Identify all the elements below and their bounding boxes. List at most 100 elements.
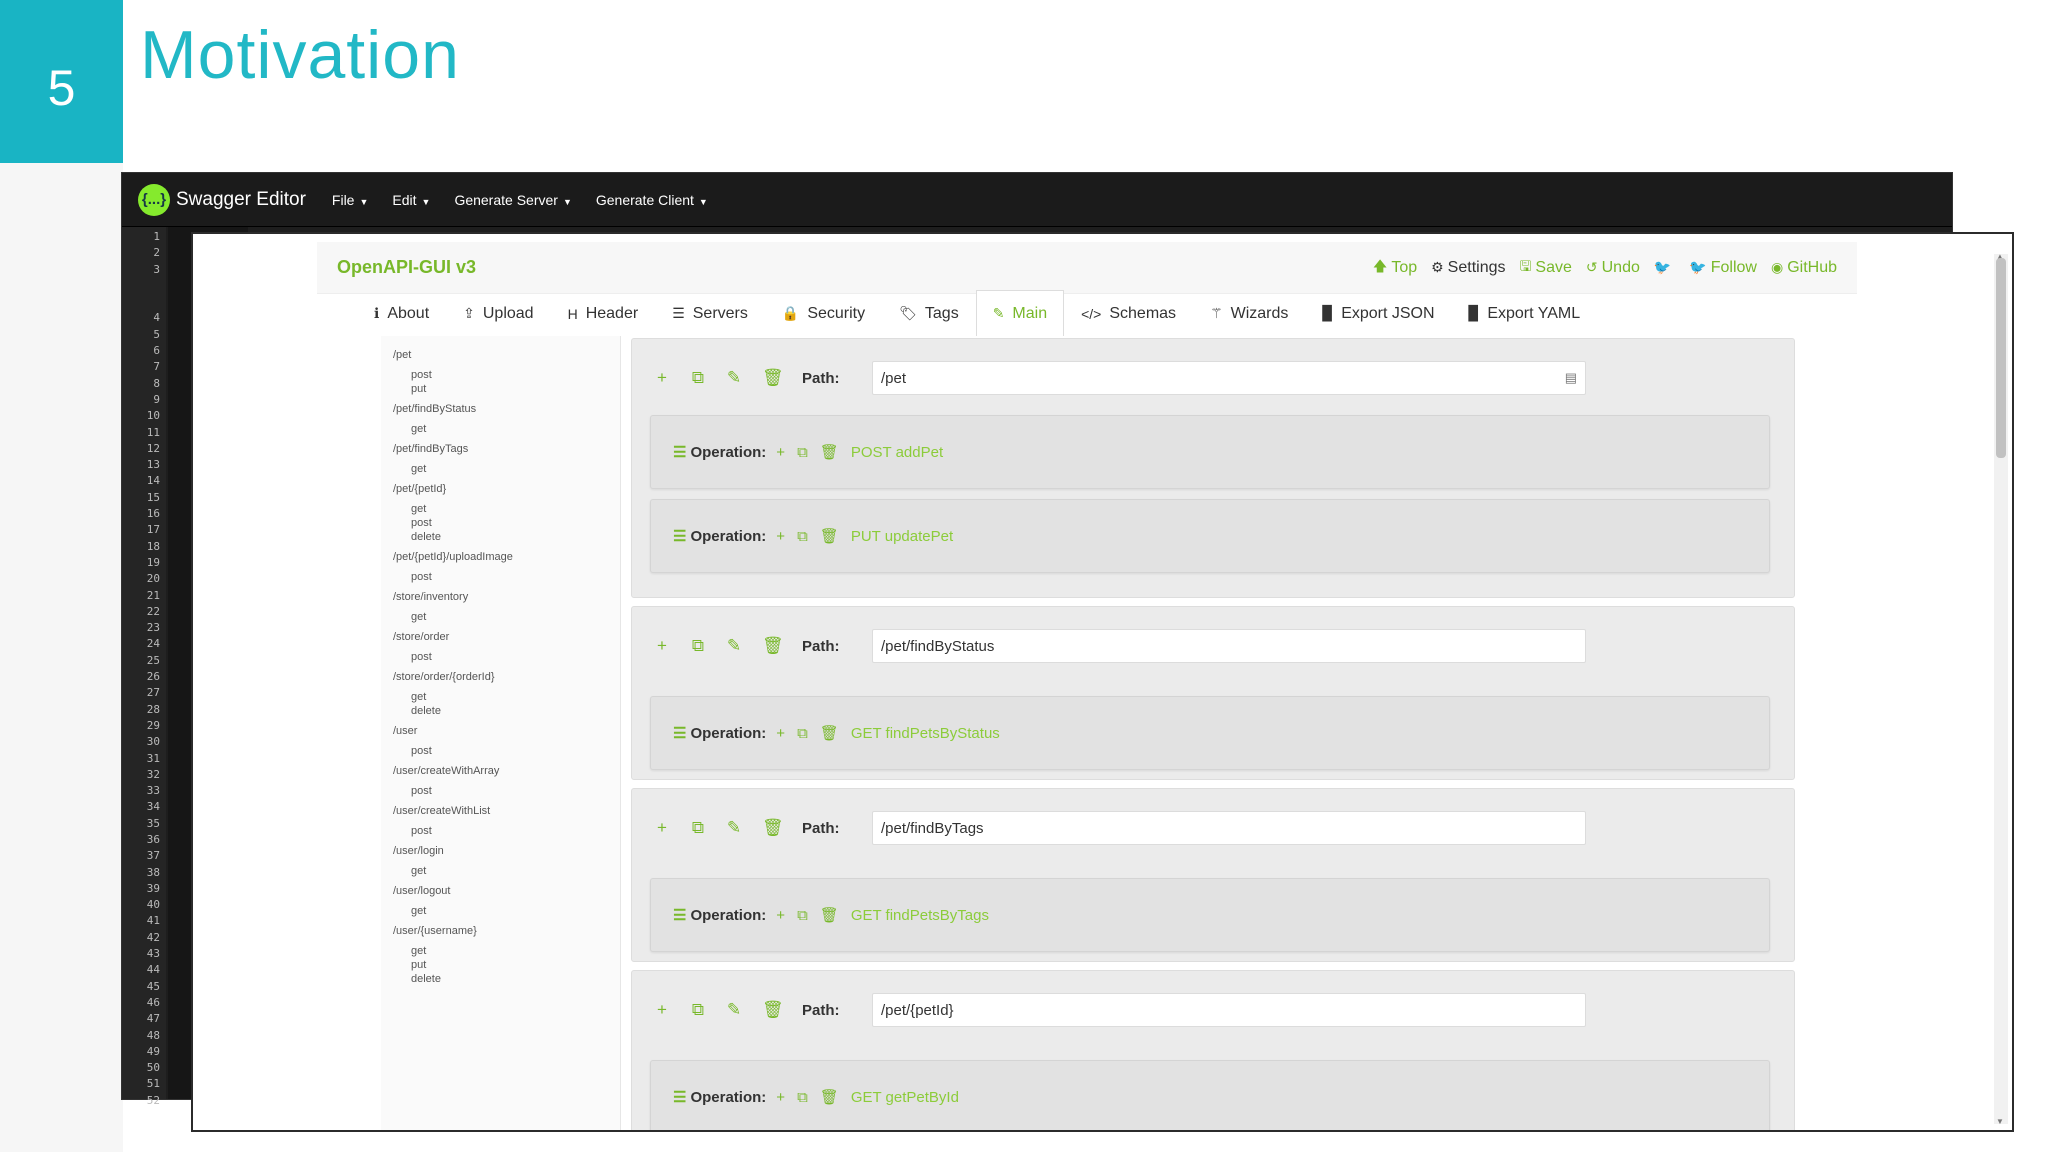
operation-card[interactable]: ☰ Operation: + ⧉ 🗑 GET getPetById bbox=[650, 1060, 1770, 1130]
tab-about[interactable]: ℹ About bbox=[357, 290, 446, 336]
add-icon[interactable]: + bbox=[654, 818, 670, 838]
nav-operation-link[interactable]: get bbox=[411, 610, 620, 624]
nav-operation-link[interactable]: put bbox=[411, 958, 620, 972]
operation-name[interactable]: GET getPetById bbox=[851, 1089, 959, 1106]
nav-path-link[interactable]: /pet/findByTags bbox=[393, 442, 620, 456]
nav-path-link[interactable]: /pet/{petId}/uploadImage bbox=[393, 550, 620, 564]
tab-tags[interactable]: 🏷 Tags bbox=[882, 290, 976, 336]
path-input[interactable]: /pet/{petId} bbox=[872, 993, 1586, 1027]
vertical-scrollbar[interactable]: ▲ ▼ bbox=[1994, 252, 2008, 1126]
nav-operation-link[interactable]: post bbox=[411, 368, 620, 382]
copy-icon[interactable]: ⧉ bbox=[797, 528, 808, 545]
nav-path-link[interactable]: /pet/{petId} bbox=[393, 482, 620, 496]
nav-path-link[interactable]: /user bbox=[393, 724, 620, 738]
action-twitter[interactable]: 🐦 bbox=[1654, 259, 1675, 276]
nav-operation-link[interactable]: delete bbox=[411, 530, 620, 544]
path-input[interactable]: /pet/findByStatus bbox=[872, 629, 1586, 663]
operation-name[interactable]: POST addPet bbox=[851, 444, 943, 461]
add-icon[interactable]: + bbox=[776, 907, 785, 924]
action-undo[interactable]: ↺ Undo bbox=[1586, 259, 1640, 277]
trash-icon[interactable]: 🗑 bbox=[820, 906, 839, 924]
copy-icon[interactable]: ⧉ bbox=[797, 444, 808, 461]
nav-path-link[interactable]: /pet/findByStatus bbox=[393, 402, 620, 416]
action-save[interactable]: 🖫 Save bbox=[1519, 256, 1571, 280]
operation-name[interactable]: GET findPetsByStatus bbox=[851, 725, 1000, 742]
menu-generate-client[interactable]: Generate Client ▼ bbox=[596, 192, 708, 208]
trash-icon[interactable]: 🗑 bbox=[762, 1000, 784, 1020]
nav-operation-link[interactable]: post bbox=[411, 650, 620, 664]
scroll-down-icon[interactable]: ▼ bbox=[1996, 1117, 2004, 1126]
tab-export-json[interactable]: ▉ Export JSON bbox=[1305, 290, 1451, 336]
scrollbar-thumb[interactable] bbox=[1996, 258, 2006, 458]
edit-icon[interactable]: ✎ bbox=[726, 1000, 742, 1020]
copy-icon[interactable]: ⧉ bbox=[797, 1089, 808, 1106]
trash-icon[interactable]: 🗑 bbox=[820, 443, 839, 461]
operation-card[interactable]: ☰ Operation: + ⧉ 🗑 POST addPet bbox=[650, 415, 1770, 489]
action-settings[interactable]: ⚙ Settings bbox=[1431, 259, 1505, 277]
add-icon[interactable]: + bbox=[654, 368, 670, 388]
path-input[interactable]: /pet/findByTags bbox=[872, 811, 1586, 845]
trash-icon[interactable]: 🗑 bbox=[762, 636, 784, 656]
tab-header[interactable]: H Header bbox=[551, 290, 656, 336]
operation-card[interactable]: ☰ Operation: + ⧉ 🗑 PUT updatePet bbox=[650, 499, 1770, 573]
edit-icon[interactable]: ✎ bbox=[726, 818, 742, 838]
add-icon[interactable]: + bbox=[654, 1000, 670, 1020]
add-icon[interactable]: + bbox=[776, 444, 785, 461]
action-github[interactable]: ◉ GitHub bbox=[1771, 259, 1837, 277]
add-icon[interactable]: + bbox=[654, 636, 670, 656]
nav-operation-link[interactable]: post bbox=[411, 516, 620, 530]
menu-generate-server[interactable]: Generate Server ▼ bbox=[454, 192, 571, 208]
nav-path-link[interactable]: /store/order/{orderId} bbox=[393, 670, 620, 684]
nav-path-link[interactable]: /user/login bbox=[393, 844, 620, 858]
edit-icon[interactable]: ✎ bbox=[726, 368, 742, 388]
copy-icon[interactable]: ⧉ bbox=[797, 907, 808, 924]
nav-path-link[interactable]: /user/createWithList bbox=[393, 804, 620, 818]
menu-file[interactable]: File ▼ bbox=[332, 192, 368, 208]
trash-icon[interactable]: 🗑 bbox=[762, 368, 784, 388]
operation-card[interactable]: ☰ Operation: + ⧉ 🗑 GET findPetsByStatus bbox=[650, 696, 1770, 770]
operation-name[interactable]: GET findPetsByTags bbox=[851, 907, 989, 924]
tab-security[interactable]: 🔒 Security bbox=[765, 290, 882, 336]
nav-operation-link[interactable]: get bbox=[411, 864, 620, 878]
tab-export-yaml[interactable]: ▉ Export YAML bbox=[1452, 290, 1598, 336]
copy-icon[interactable]: ⧉ bbox=[690, 636, 706, 656]
nav-operation-link[interactable]: post bbox=[411, 570, 620, 584]
nav-operation-link[interactable]: delete bbox=[411, 704, 620, 718]
action-follow[interactable]: 🐦 Follow bbox=[1689, 259, 1757, 277]
trash-icon[interactable]: 🗑 bbox=[762, 818, 784, 838]
nav-path-link[interactable]: /user/{username} bbox=[393, 924, 620, 938]
nav-path-link[interactable]: /pet bbox=[393, 348, 620, 362]
action-top[interactable]: 🡅 Top bbox=[1373, 256, 1417, 280]
operation-card[interactable]: ☰ Operation: + ⧉ 🗑 GET findPetsByTags bbox=[650, 878, 1770, 952]
nav-operation-link[interactable]: post bbox=[411, 744, 620, 758]
tab-wizards[interactable]: ⚚ Wizards bbox=[1193, 290, 1305, 336]
add-icon[interactable]: + bbox=[776, 725, 785, 742]
copy-icon[interactable]: ⧉ bbox=[797, 725, 808, 742]
trash-icon[interactable]: 🗑 bbox=[820, 527, 839, 545]
nav-path-link[interactable]: /user/logout bbox=[393, 884, 620, 898]
nav-operation-link[interactable]: get bbox=[411, 904, 620, 918]
nav-path-link[interactable]: /user/createWithArray bbox=[393, 764, 620, 778]
clipboard-icon[interactable]: ▤ bbox=[1565, 370, 1577, 386]
copy-icon[interactable]: ⧉ bbox=[690, 368, 706, 388]
path-input[interactable]: /pet ▤ bbox=[872, 361, 1586, 395]
tab-main[interactable]: ✎ Main bbox=[975, 290, 1065, 336]
tab-schemas[interactable]: </> Schemas bbox=[1064, 290, 1193, 336]
nav-operation-link[interactable]: put bbox=[411, 382, 620, 396]
nav-path-link[interactable]: /store/inventory bbox=[393, 590, 620, 604]
tab-servers[interactable]: ☰ Servers bbox=[655, 290, 765, 336]
nav-operation-link[interactable]: post bbox=[411, 824, 620, 838]
tab-upload[interactable]: ⇪ Upload bbox=[446, 290, 550, 336]
nav-operation-link[interactable]: post bbox=[411, 784, 620, 798]
add-icon[interactable]: + bbox=[776, 528, 785, 545]
copy-icon[interactable]: ⧉ bbox=[690, 1000, 706, 1020]
nav-operation-link[interactable]: get bbox=[411, 944, 620, 958]
nav-operation-link[interactable]: get bbox=[411, 502, 620, 516]
trash-icon[interactable]: 🗑 bbox=[820, 1088, 839, 1106]
add-icon[interactable]: + bbox=[776, 1089, 785, 1106]
operation-name[interactable]: PUT updatePet bbox=[851, 528, 953, 545]
nav-operation-link[interactable]: get bbox=[411, 462, 620, 476]
menu-edit[interactable]: Edit ▼ bbox=[392, 192, 430, 208]
copy-icon[interactable]: ⧉ bbox=[690, 818, 706, 838]
edit-icon[interactable]: ✎ bbox=[726, 636, 742, 656]
